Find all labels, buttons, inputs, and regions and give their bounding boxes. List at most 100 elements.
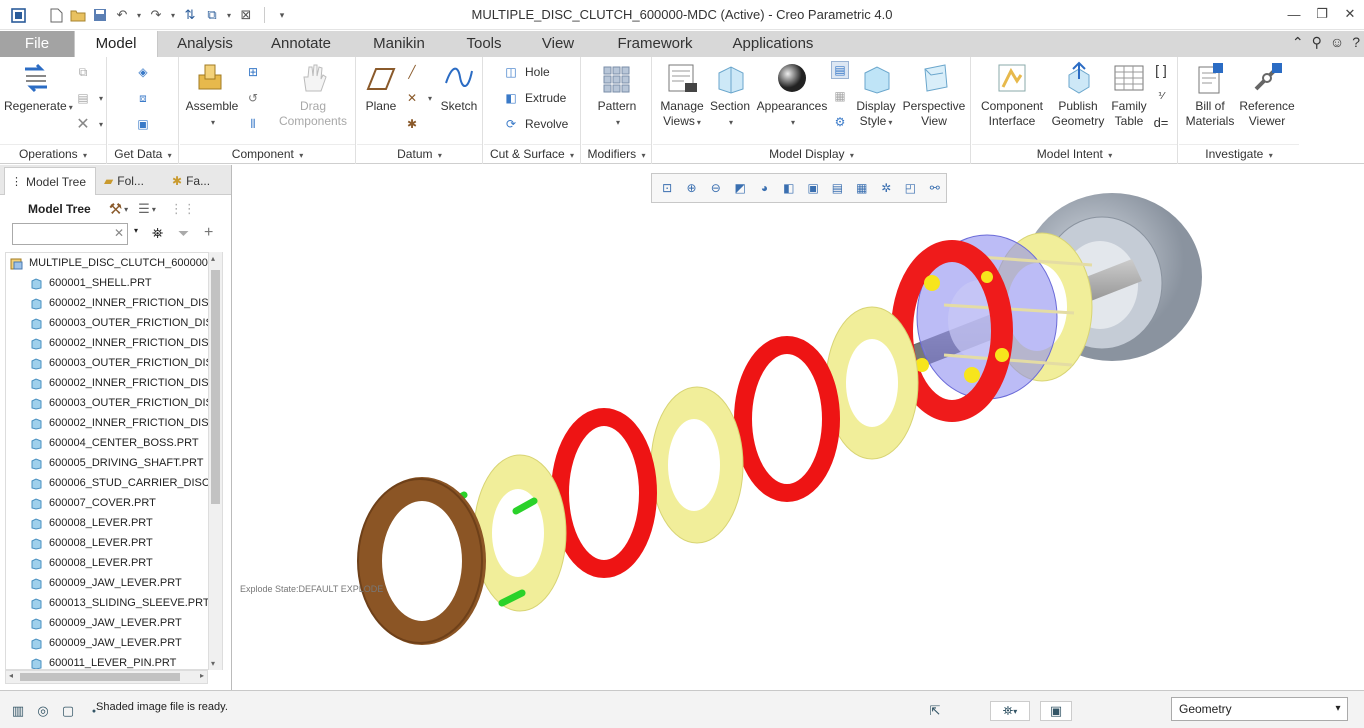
manage-views-button[interactable]: Manage Views ▾ xyxy=(657,61,707,130)
show-icon[interactable]: ☰ xyxy=(138,201,150,217)
publish-geometry-button[interactable]: Publish Geometry xyxy=(1048,61,1108,129)
family-table-button[interactable]: Family Table xyxy=(1108,61,1150,129)
appearances-button[interactable]: Appearances ▾ xyxy=(755,61,829,130)
point-icon[interactable]: ✕ ▾ xyxy=(403,87,432,109)
group-label-modifiers[interactable]: Modifiers xyxy=(587,147,636,161)
tab-model-tree[interactable]: ⋮ Model Tree xyxy=(4,167,96,195)
help-icon[interactable]: ? xyxy=(1352,34,1360,51)
tree-item[interactable]: 600009_JAW_LEVER.PRT xyxy=(6,573,222,593)
tab-view[interactable]: View xyxy=(522,31,594,57)
datum-display-filters-icon[interactable]: ✲ xyxy=(875,176,897,200)
cover-part[interactable] xyxy=(357,477,486,645)
revolve-button[interactable]: ⟳ Revolve xyxy=(502,113,568,135)
copy-icon[interactable]: ⧉ xyxy=(74,61,92,83)
section-button[interactable]: Section ▾ xyxy=(709,61,751,130)
perspective-view-button[interactable]: Perspective View xyxy=(901,61,967,129)
graphics-window[interactable] xyxy=(231,165,1364,690)
tree-vertical-scrollbar[interactable]: ▴ ▾ xyxy=(208,252,222,670)
selected-items-icon[interactable]: ▣ xyxy=(1040,701,1072,721)
tree-item[interactable]: 600009_JAW_LEVER.PRT xyxy=(6,633,222,653)
help-center-icon[interactable]: ☺ xyxy=(1330,34,1344,51)
tree-item[interactable]: 600007_COVER.PRT xyxy=(6,493,222,513)
annotation-display-icon[interactable]: ◰ xyxy=(899,176,921,200)
tree-item[interactable]: 600003_OUTER_FRICTION_DISC.PRT xyxy=(6,393,222,413)
maximize-icon[interactable]: ❐ xyxy=(1308,0,1336,28)
tree-item[interactable]: 600002_INNER_FRICTION_DISC.PRT xyxy=(6,413,222,433)
tree-item[interactable]: 600006_STUD_CARRIER_DISC.PRT xyxy=(6,473,222,493)
inner-friction-disc-2[interactable] xyxy=(650,386,744,544)
find-icon[interactable]: ⛯ ▾ xyxy=(990,701,1030,721)
tree-settings-icon[interactable]: ⚒ xyxy=(109,200,122,218)
perspective-icon[interactable]: ▦ xyxy=(851,176,873,200)
tree-item[interactable]: 600002_INNER_FRICTION_DISC.PRT xyxy=(6,293,222,313)
tab-applications[interactable]: Applications xyxy=(716,31,830,57)
create-component-icon[interactable]: ⊞ xyxy=(244,61,262,83)
coordinate-system-icon[interactable]: ✱ xyxy=(403,113,421,135)
find-binoculars-icon[interactable]: ⛯ xyxy=(152,225,163,242)
tree-item[interactable]: 600005_DRIVING_SHAFT.PRT xyxy=(6,453,222,473)
tree-item[interactable]: 600003_OUTER_FRICTION_DISC.PRT xyxy=(6,353,222,373)
tab-manikin[interactable]: Manikin xyxy=(352,31,446,57)
display-style-view-icon[interactable]: ◧ xyxy=(778,176,800,200)
bill-of-materials-button[interactable]: Bill of Materials xyxy=(1181,61,1239,129)
tab-framework[interactable]: Framework xyxy=(598,31,712,57)
smart-select-icon[interactable]: ⇱ xyxy=(925,701,945,721)
full-screen-icon[interactable]: ▢ xyxy=(58,701,78,721)
zoom-out-icon[interactable]: ⊖ xyxy=(705,176,727,200)
exploded-assembly-model[interactable] xyxy=(232,165,1364,690)
drag-components-button[interactable]: Drag Components xyxy=(274,61,352,129)
paste-icon[interactable]: ▤ ▾ xyxy=(74,87,103,109)
tree-item[interactable]: 600009_JAW_LEVER.PRT xyxy=(6,613,222,633)
reference-viewer-button[interactable]: Reference Viewer xyxy=(1237,61,1297,129)
filter-funnel-icon[interactable]: ⏷ xyxy=(178,225,189,242)
tab-annotate[interactable]: Annotate xyxy=(254,31,348,57)
plane-button[interactable]: Plane xyxy=(361,61,401,114)
tree-scroll-thumb[interactable] xyxy=(211,270,220,504)
tree-item[interactable]: 600008_LEVER.PRT xyxy=(6,513,222,533)
inner-friction-disc-1[interactable] xyxy=(825,306,919,460)
tree-settings-dropdown-icon[interactable]: ▾ xyxy=(124,205,128,214)
component-interface-button[interactable]: Component Interface xyxy=(976,61,1048,129)
user-defined-feature-icon[interactable]: ◈ xyxy=(134,61,152,83)
parameters-icon[interactable]: [ ] xyxy=(1152,59,1170,81)
browser-icon[interactable]: ◎ xyxy=(33,701,53,721)
tree-root-assembly[interactable]: MULTIPLE_DISC_CLUTCH_600000-MDC.ASM xyxy=(6,253,222,273)
mirror-component-icon[interactable]: ⫴ xyxy=(244,113,262,135)
extrude-button[interactable]: ◧ Extrude xyxy=(502,87,566,109)
group-label-cut-surface[interactable]: Cut & Surface xyxy=(490,147,565,161)
tab-file[interactable]: File xyxy=(0,31,74,57)
collapse-ribbon-icon[interactable]: ⌃ xyxy=(1292,34,1304,51)
tree-item[interactable]: 600002_INNER_FRICTION_DISC.PRT xyxy=(6,373,222,393)
tab-folder-browser[interactable]: ▰ Fol... xyxy=(98,167,164,195)
display-style-button[interactable]: Display Style ▾ xyxy=(853,61,899,130)
tree-item[interactable]: 600011_LEVER_PIN.PRT xyxy=(6,653,222,669)
toggle-navigator-icon[interactable]: ▥ xyxy=(8,701,28,721)
shrinkwrap-icon[interactable]: ▣ xyxy=(134,113,152,135)
regenerate-button[interactable]: Regenerate ▾ xyxy=(4,61,73,115)
group-label-component[interactable]: Component xyxy=(232,147,294,161)
repeat-icon[interactable]: ↺ xyxy=(244,87,262,109)
group-label-investigate[interactable]: Investigate xyxy=(1205,147,1263,161)
refit-icon[interactable]: ⊡ xyxy=(656,176,678,200)
group-label-model-display[interactable]: Model Display xyxy=(769,147,844,161)
close-icon[interactable]: ✕ xyxy=(1336,0,1364,28)
view-manager-icon[interactable]: ▤ xyxy=(826,176,848,200)
group-label-model-intent[interactable]: Model Intent xyxy=(1037,147,1103,161)
relations-icon[interactable]: d= xyxy=(1152,111,1170,133)
show-dropdown-icon[interactable]: ▾ xyxy=(152,205,156,214)
group-label-operations[interactable]: Operations xyxy=(19,147,78,161)
tree-horizontal-scrollbar[interactable]: ◂ ▸ xyxy=(5,670,208,684)
group-label-datum[interactable]: Datum xyxy=(397,147,432,161)
group-label-get-data[interactable]: Get Data xyxy=(114,147,162,161)
outer-friction-disc-2[interactable] xyxy=(551,408,657,578)
search-dropdown-icon[interactable]: ▾ xyxy=(134,226,138,235)
assemble-button[interactable]: Assemble ▾ xyxy=(184,61,240,130)
tree-item[interactable]: 600001_SHELL.PRT xyxy=(6,273,222,293)
copy-geometry-icon[interactable]: ⧈ xyxy=(134,87,152,109)
tree-search-input[interactable] xyxy=(12,223,128,245)
tab-favorites[interactable]: ✱ Fa... xyxy=(166,167,228,195)
sketch-button[interactable]: Sketch xyxy=(437,61,481,114)
tree-item[interactable]: 600002_INNER_FRICTION_DISC.PRT xyxy=(6,333,222,353)
outer-friction-disc-1[interactable] xyxy=(734,336,840,502)
switch-dimensions-icon[interactable]: ⅟ xyxy=(1152,85,1170,107)
